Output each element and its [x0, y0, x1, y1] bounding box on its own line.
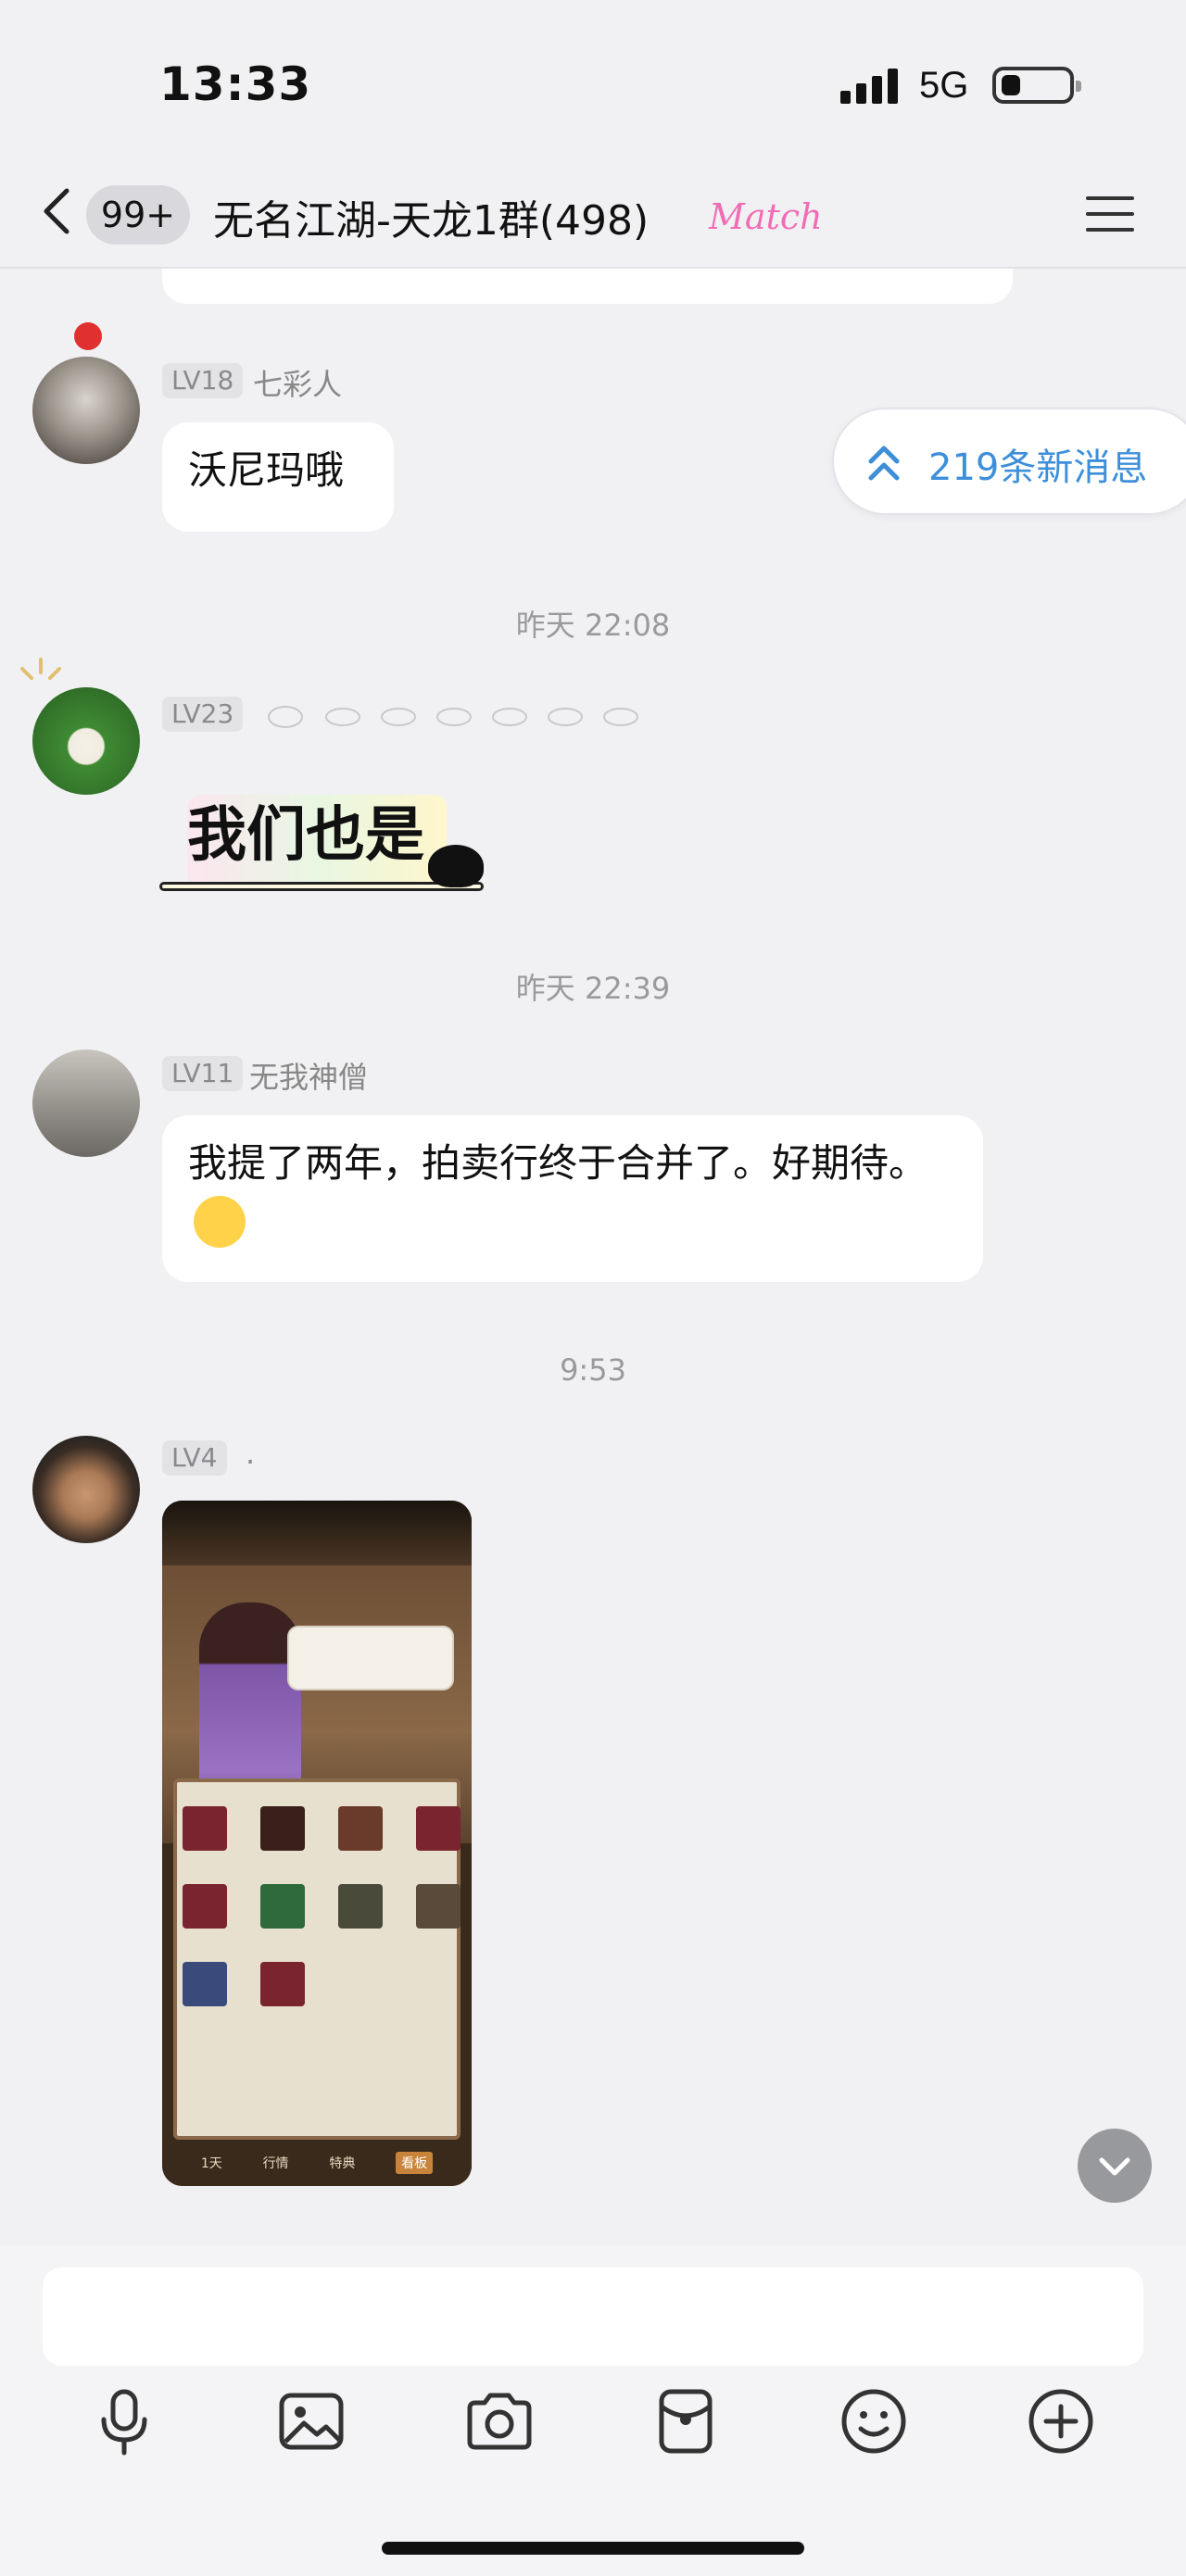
home-indicator[interactable] [382, 2542, 804, 2555]
item-grid [183, 1806, 461, 2047]
signal-icon [840, 67, 898, 104]
avatar-flower-decoration-icon [74, 322, 102, 350]
level-badge: LV11 [162, 1056, 244, 1091]
avatar[interactable] [32, 1049, 140, 1157]
plus-icon[interactable] [1024, 2384, 1098, 2458]
group-title[interactable]: 无名江湖-天龙1群(498) [213, 187, 649, 246]
level-badge: LV18 [162, 363, 244, 398]
input-toolbar [0, 2384, 1186, 2486]
battery-icon [992, 67, 1081, 104]
image-icon[interactable] [274, 2384, 348, 2458]
game-tab: 特典 [329, 2156, 356, 2171]
double-chevron-up-icon [868, 446, 900, 481]
image-message[interactable]: 1天 行情 特典 看板 [162, 1501, 472, 2186]
sticker-text: 我们也是 [187, 801, 424, 870]
camera-icon[interactable] [462, 2384, 536, 2458]
menu-icon[interactable] [1084, 191, 1136, 237]
speech-bubble [287, 1626, 454, 1690]
avatar[interactable] [32, 1436, 140, 1543]
new-messages-button[interactable]: 219条新消息 [832, 408, 1186, 515]
game-tab: 1天 [200, 2156, 222, 2171]
group-tag: Match [709, 196, 823, 237]
game-top-bar [162, 1501, 472, 1565]
avatar[interactable] [32, 687, 140, 795]
input-bar [0, 2245, 1186, 2576]
unread-count-badge[interactable]: 99+ [86, 185, 190, 245]
sender-name[interactable]: . [246, 1436, 255, 1471]
chevron-down-icon [1099, 2157, 1130, 2176]
previous-message-bubble [162, 269, 1013, 304]
back-chevron-icon[interactable] [35, 183, 91, 239]
avatar[interactable] [32, 357, 140, 464]
game-tab: 行情 [262, 2156, 289, 2171]
scroll-to-bottom-button[interactable] [1078, 2129, 1152, 2203]
message-input[interactable] [43, 2268, 1143, 2366]
sticker-message[interactable]: 我们也是 [159, 778, 493, 898]
timestamp: 9:53 [560, 1352, 626, 1388]
timestamp: 昨天 22:08 [515, 608, 671, 643]
level-badge: LV4 [162, 1440, 227, 1476]
status-bar: 13:33 5G [0, 0, 1186, 167]
new-messages-label: 219条新消息 [928, 446, 1148, 489]
sender-name[interactable]: 无我神僧 [249, 1054, 368, 1097]
chat-header: 99+ 无名江湖-天龙1群(498) Match [0, 167, 1186, 269]
network-label: 5G [919, 65, 969, 106]
level-badge: LV23 [162, 697, 244, 732]
message-bubble[interactable]: 我提了两年，拍卖行终于合并了。好期待。 [162, 1115, 983, 1282]
game-tab-active: 看板 [396, 2152, 434, 2174]
game-tab-bar: 1天 行情 特典 看板 [162, 2140, 472, 2186]
red-packet-icon[interactable] [649, 2384, 723, 2458]
sender-name[interactable]: 七彩人 [253, 361, 342, 404]
black-cat-icon [428, 845, 484, 887]
message-text: 我提了两年，拍卖行终于合并了。好期待。 [188, 1140, 928, 1186]
microphone-icon[interactable] [87, 2384, 161, 2458]
message-bubble[interactable]: 沃尼玛哦 [162, 422, 394, 532]
status-time: 13:33 [159, 57, 312, 111]
timestamp: 昨天 22:39 [515, 971, 671, 1006]
nickname-fish-decoration-icon [268, 706, 638, 728]
emoji-icon[interactable] [837, 2384, 911, 2458]
emoji-icon [194, 1195, 246, 1248]
